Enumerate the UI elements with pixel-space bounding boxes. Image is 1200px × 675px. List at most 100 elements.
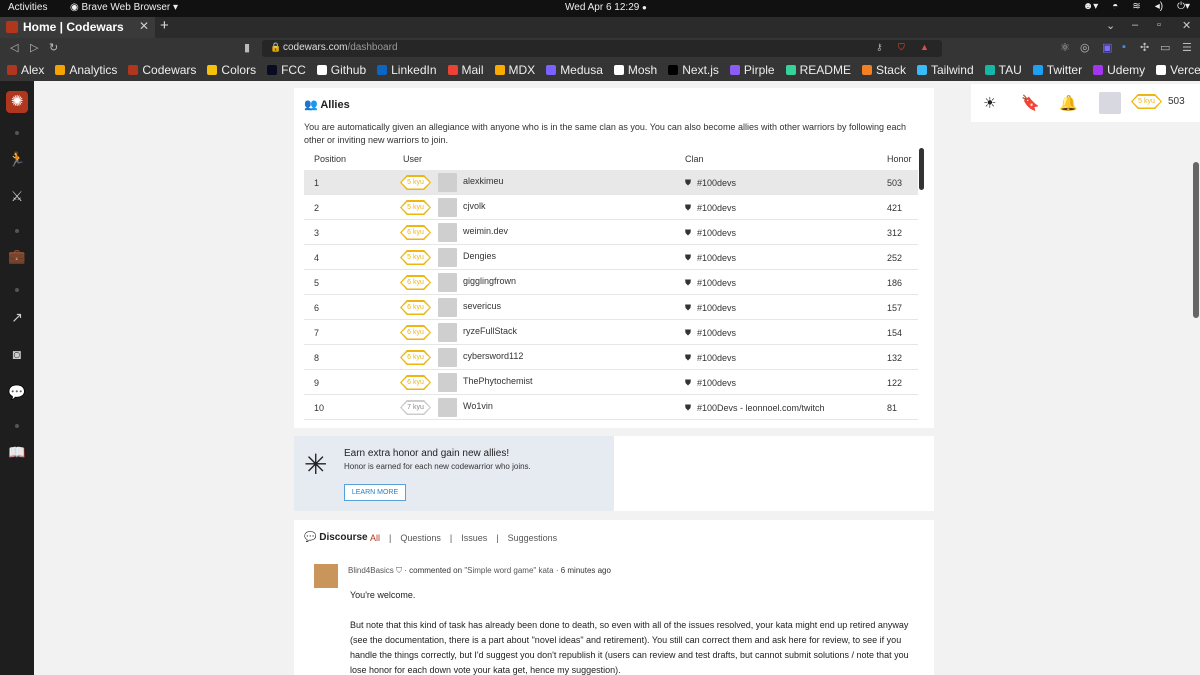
learn-more-button[interactable]: LEARN MORE [344, 484, 406, 501]
bookmark-vercel[interactable]: Vercel [1156, 63, 1200, 77]
extension-blue-icon[interactable]: ▪ [1122, 41, 1126, 53]
bookmark-tailwind[interactable]: Tailwind [916, 63, 974, 77]
theme-toggle-icon[interactable]: ☀ [983, 94, 996, 112]
extension-react-icon[interactable]: ⚛ [1060, 41, 1070, 54]
maximize-icon[interactable]: ▫ [1157, 19, 1161, 31]
table-row[interactable]: 5 6 kyu gigglingfrown ⛊ #100devs 186 [304, 270, 918, 295]
extension-badge-icon[interactable]: ▣ [1102, 41, 1112, 54]
ally-username[interactable]: ThePhytochemist [463, 376, 533, 386]
ally-username[interactable]: Wo1vin [463, 401, 493, 411]
table-row[interactable]: 8 6 kyu cybersword112 ⛊ #100devs 132 [304, 345, 918, 370]
table-row[interactable]: 2 5 kyu cjvolk ⛊ #100devs 421 [304, 195, 918, 220]
emoji-indicator-icon[interactable]: ☻▾ [1083, 1, 1099, 12]
allies-scrollbar[interactable] [919, 148, 924, 190]
forward-icon[interactable]: ▷ [30, 41, 38, 54]
bookmark-mosh[interactable]: Mosh [613, 63, 657, 77]
bookmark-next-js[interactable]: Next.js [668, 63, 719, 77]
bookmark-page-icon[interactable]: ▮ [244, 41, 250, 54]
tab-search-icon[interactable]: ⌄ [1106, 19, 1115, 32]
ally-username[interactable]: weimin.dev [463, 226, 508, 236]
reload-icon[interactable]: ↻ [49, 41, 58, 54]
bookmark-mdx[interactable]: MDX [494, 63, 535, 77]
comment-kata-link[interactable]: "Simple word game" kata [464, 566, 553, 575]
codewars-logo-icon[interactable]: ✺ [6, 91, 28, 113]
bookmark-pirple[interactable]: Pirple [729, 63, 775, 77]
bookmark-tau[interactable]: TAU [984, 63, 1022, 77]
ally-avatar[interactable] [438, 298, 457, 317]
browser-app-menu[interactable]: ◉ Brave Web Browser ▾ [70, 2, 178, 13]
ally-username[interactable]: gigglingfrown [463, 276, 516, 286]
browser-menu-icon[interactable]: ☰ [1182, 41, 1192, 54]
table-row[interactable]: 7 6 kyu ryzeFullStack ⛊ #100devs 154 [304, 320, 918, 345]
tab-suggestions[interactable]: Suggestions [508, 533, 558, 543]
close-window-icon[interactable]: ✕ [1182, 19, 1191, 32]
user-avatar[interactable] [1099, 92, 1121, 114]
table-row[interactable]: 4 5 kyu Dengies ⛊ #100devs 252 [304, 245, 918, 270]
ally-username[interactable]: Dengies [463, 251, 496, 261]
ally-avatar[interactable] [438, 223, 457, 242]
brave-rewards-icon[interactable]: ▲ [920, 42, 929, 52]
ally-avatar[interactable] [438, 398, 457, 417]
bookmarks-icon[interactable]: 🔖 [1021, 94, 1040, 112]
extensions-puzzle-icon[interactable]: ✣ [1140, 41, 1149, 54]
power-icon[interactable]: ⏻▾ [1177, 1, 1190, 12]
leaderboard-trend-icon[interactable]: ↗ [7, 309, 27, 327]
bookmark-twitter[interactable]: Twitter [1032, 63, 1082, 77]
activities-button[interactable]: Activities [8, 2, 47, 13]
briefcase-icon[interactable]: 💼 [7, 248, 27, 266]
close-tab-icon[interactable]: ✕ [139, 19, 149, 33]
commenter-avatar[interactable] [314, 564, 338, 588]
comment-author[interactable]: Blind4Basics [348, 566, 394, 575]
ally-avatar[interactable] [438, 323, 457, 342]
key-icon[interactable]: ⚷ [876, 42, 883, 53]
wallet-icon[interactable]: ▭ [1160, 41, 1170, 54]
notifications-bell-icon[interactable]: 🔔 [1059, 94, 1078, 112]
ally-username[interactable]: cybersword112 [463, 351, 523, 361]
wifi-icon[interactable]: ≋ [1132, 1, 1140, 12]
bookmark-github[interactable]: Github [316, 63, 366, 77]
bookmark-mail[interactable]: Mail [447, 63, 484, 77]
discord-icon[interactable]: ◙ [7, 346, 27, 364]
training-icon[interactable]: 🏃 [7, 151, 27, 169]
brave-shields-icon[interactable]: ⛉ [898, 42, 905, 53]
bookmark-fcc[interactable]: FCC [267, 63, 306, 77]
ally-avatar[interactable] [438, 198, 457, 217]
bookmark-analytics[interactable]: Analytics [55, 63, 117, 77]
forum-chat-icon[interactable]: 💬 [7, 384, 27, 402]
bookmark-stack[interactable]: Stack [861, 63, 906, 77]
page-scrollbar[interactable] [1193, 162, 1199, 318]
ally-avatar[interactable] [438, 273, 457, 292]
tab-all[interactable]: All [370, 533, 380, 543]
ally-username[interactable]: ryzeFullStack [463, 326, 517, 336]
table-row[interactable]: 10 7 kyu Wo1vin ⛊ #100Devs - leonnoel.com/tw… [304, 395, 918, 420]
ally-username[interactable]: severicus [463, 301, 501, 311]
tab-issues[interactable]: Issues [461, 533, 487, 543]
table-row[interactable]: 9 6 kyu ThePhytochemist ⛊ #100devs 122 [304, 370, 918, 395]
browser-tab[interactable]: Home | Codewars ✕ [0, 17, 155, 38]
back-icon[interactable]: ◁ [10, 41, 18, 54]
chat-indicator-icon[interactable]: ◓ [1112, 1, 1118, 12]
clock[interactable]: Wed Apr 6 12:29 [565, 2, 639, 13]
bookmark-linkedin[interactable]: LinkedIn [377, 63, 437, 77]
practice-dojo-icon[interactable]: ⚔ [7, 188, 27, 206]
ally-avatar[interactable] [438, 373, 457, 392]
volume-icon[interactable]: ◂) [1155, 1, 1163, 12]
table-row[interactable]: 1 5 kyu alexkimeu ⛊ #100devs 503 [304, 170, 918, 195]
extension-circle-icon[interactable]: ◎ [1080, 41, 1090, 54]
table-row[interactable]: 6 6 kyu severicus ⛊ #100devs 157 [304, 295, 918, 320]
bookmark-colors[interactable]: Colors [207, 63, 256, 77]
ally-avatar[interactable] [438, 248, 457, 267]
ally-avatar[interactable] [438, 348, 457, 367]
bookmark-alex[interactable]: Alex [7, 63, 44, 77]
address-bar[interactable]: 🔒 codewars.com/dashboard ⚷ ⛉ ▲ [262, 40, 942, 57]
minimize-icon[interactable]: – [1132, 19, 1138, 31]
bookmark-udemy[interactable]: Udemy [1093, 63, 1145, 77]
new-tab-button[interactable]: + [160, 17, 169, 34]
table-row[interactable]: 3 6 kyu weimin.dev ⛊ #100devs 312 [304, 220, 918, 245]
ally-avatar[interactable] [438, 173, 457, 192]
ally-username[interactable]: alexkimeu [463, 176, 504, 186]
docs-book-icon[interactable]: 📖 [7, 444, 27, 462]
tab-questions[interactable]: Questions [400, 533, 441, 543]
ally-username[interactable]: cjvolk [463, 201, 486, 211]
bookmark-readme[interactable]: README [785, 63, 851, 77]
